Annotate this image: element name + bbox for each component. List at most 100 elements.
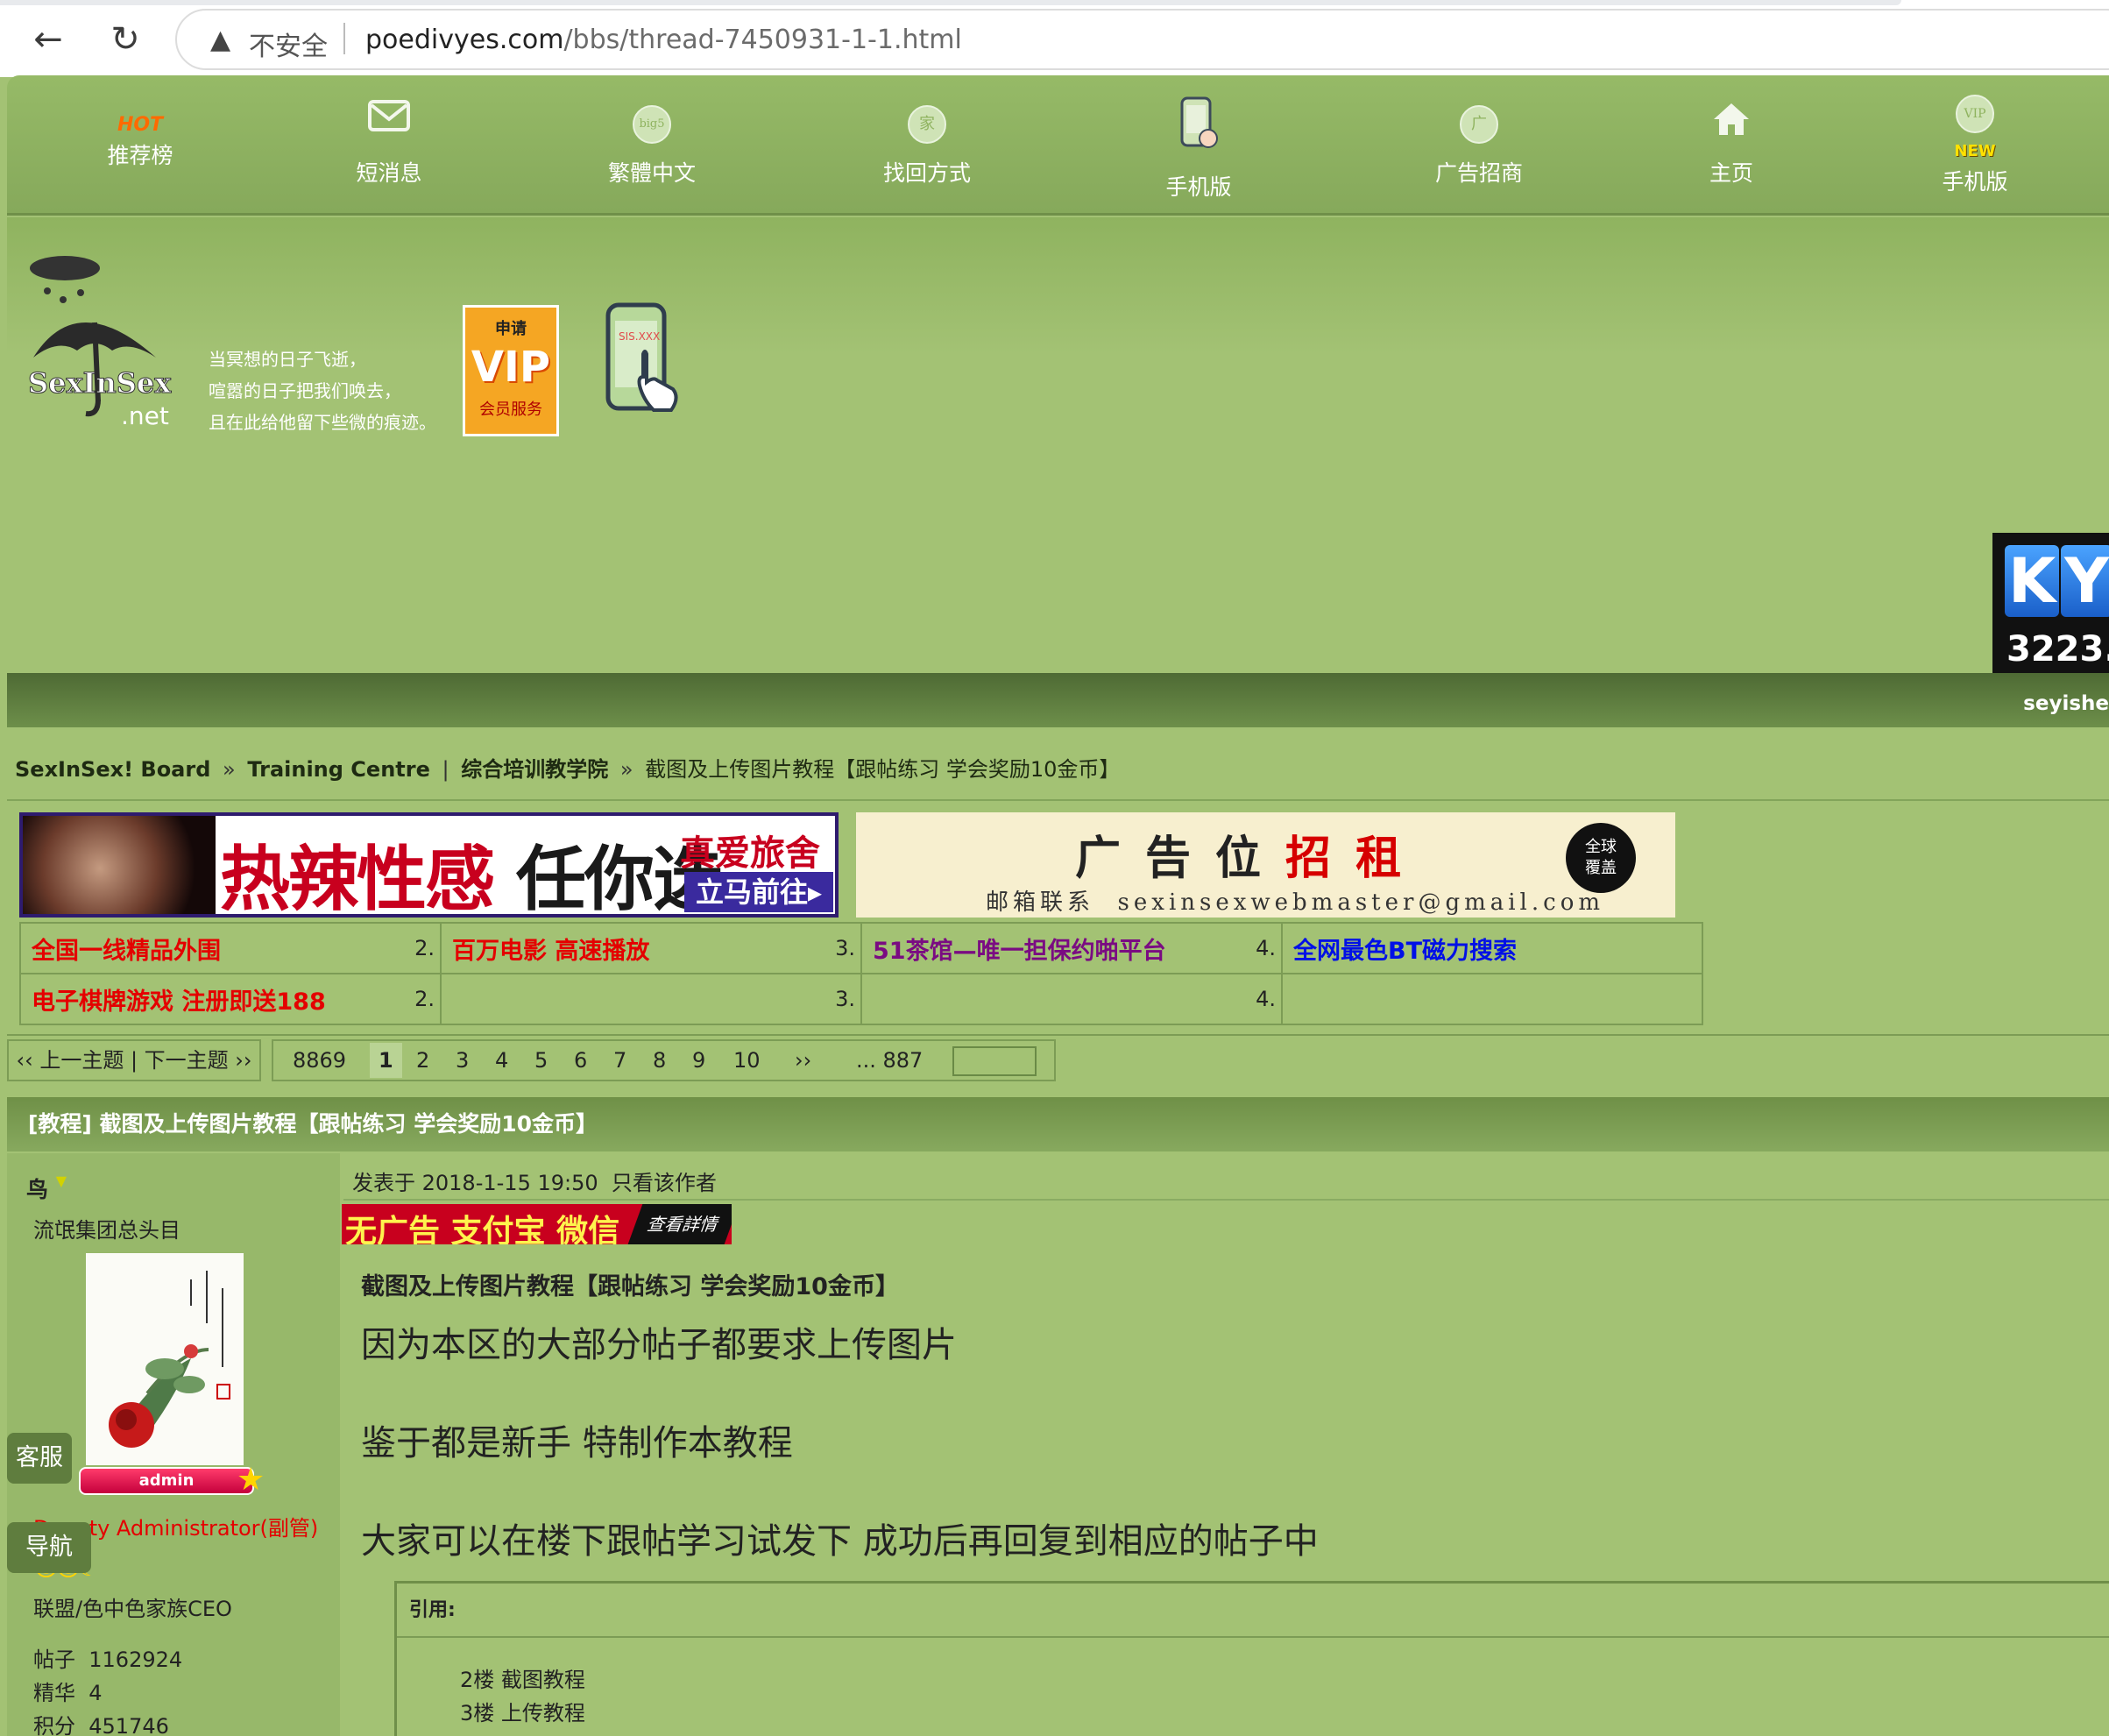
ad-banner-rent[interactable]: 广告位招租 邮箱联系 sexinsexwebmaster@gmail.com 全… (856, 812, 1675, 918)
author-stat: 积分 451746 (33, 1709, 169, 1736)
nav-mobile-vip[interactable]: VIP NEW 手机版 (1896, 75, 2054, 216)
username-link[interactable]: seyishe (2023, 692, 2109, 715)
ad-go-button[interactable]: 立马前往▸ (684, 872, 833, 912)
tagline-line: 当冥想的日子飞逝， (209, 349, 366, 370)
breadcrumb-separator: » (619, 757, 633, 782)
site-logo[interactable]: SexInSex .net (25, 252, 191, 430)
pagination-page[interactable]: 6 (574, 1041, 587, 1080)
author-stat: 帖子 1162924 (33, 1642, 182, 1673)
address-bar[interactable]: ▲ 不安全 poedivyes.com/bbs/thread-7450931-1… (175, 9, 2109, 70)
vip-apply-badge[interactable]: 申请 VIP 会员服务 (463, 305, 559, 436)
quote-line: 2楼 截图教程 (460, 1668, 585, 1692)
pagination-current: 1 (370, 1043, 402, 1078)
prev-next-thread[interactable]: ‹‹ 上一主题 | 下一主题 ›› (7, 1039, 261, 1081)
post-paragraph: 鉴于都是新手 特制作本教程 (361, 1423, 793, 1463)
pagination-page[interactable]: 8 (653, 1041, 666, 1080)
ad-link-cell[interactable]: 全网最色BT磁力搜索 (1281, 922, 1703, 974)
ad-banner-hostel[interactable]: 热辣性感 任你选 真爱旅舍 立马前往▸ (19, 812, 839, 918)
ad-link[interactable]: 电子棋牌游戏 注册即送188 (32, 988, 326, 1016)
vip-apply-label: 申请 (495, 320, 527, 338)
nav-label: 手机版 (1165, 174, 1232, 200)
ad-link-cell[interactable]: 百万电影 高速播放 3. (440, 922, 862, 974)
pagination-page[interactable]: 3 (456, 1041, 469, 1080)
ad-link[interactable]: 全国一线精品外围 (32, 938, 221, 965)
back-arrow-icon[interactable]: ← (26, 18, 70, 61)
nav-advertising[interactable]: 广 广告招商 (1400, 75, 1558, 216)
ad-rent-char: 告 (1145, 832, 1216, 885)
envelope-icon (368, 100, 410, 139)
pagination-page[interactable]: 10 (733, 1041, 761, 1080)
nav-traditional-chinese[interactable]: big5 繁體中文 (573, 75, 731, 216)
nav-label: 短消息 (356, 160, 422, 186)
nav-home[interactable]: 主页 (1653, 75, 1810, 216)
ad-link-number: 2. (414, 936, 435, 960)
ad-link-cell[interactable]: 3. (440, 973, 862, 1025)
pagination-page[interactable]: 5 (534, 1041, 548, 1080)
ky-ad-banner[interactable]: KY 3223.I (1992, 533, 2109, 673)
nav-recovery[interactable]: 家 找回方式 (848, 75, 1006, 216)
logo-text: SexInSex (28, 366, 172, 400)
browser-toolbar: ← ↻ ▲ 不安全 poedivyes.com/bbs/thread-74509… (0, 0, 2109, 77)
pagination-page[interactable]: 2 (416, 1041, 429, 1080)
url-text[interactable]: poedivyes.com/bbs/thread-7450931-1-1.htm… (365, 25, 962, 55)
nav-label: 广告招商 (1434, 160, 1523, 186)
user-bar: seyishe (7, 673, 2109, 727)
breadcrumb-board[interactable]: SexInSex! Board (15, 757, 210, 782)
navigation-button[interactable]: 导航 (7, 1522, 91, 1573)
dropdown-triangle-icon[interactable]: ▼ (56, 1173, 67, 1189)
customer-service-button[interactable]: 客服 (7, 1433, 72, 1484)
ad-rent-contact: 邮箱联系 sexinsexwebmaster@gmail.com (986, 884, 1604, 917)
payment-ad-text: 无广告 支付宝 微信 (345, 1214, 620, 1244)
ad-headline-main: 热辣性感 (220, 839, 495, 918)
breadcrumb-forum-en[interactable]: Training Centre (247, 757, 430, 782)
warning-triangle-icon[interactable]: ▲ (210, 25, 230, 55)
insecure-label[interactable]: 不安全 (249, 25, 328, 63)
page-jump-input[interactable] (952, 1046, 1037, 1076)
thread-title: [教程] 截图及上传图片教程【跟帖练习 学会奖励10金币】 (7, 1097, 2109, 1151)
site-header: SexInSex .net 当冥想的日子飞逝， 喧嚣的日子把我们唤去， 且在此给… (7, 217, 2109, 673)
author-only-link[interactable]: 只看该作者 (612, 1171, 717, 1195)
mobile-phone-icon[interactable]: SIS.XXX (603, 301, 682, 415)
ky-letter: K (2005, 545, 2060, 617)
nav-mobile[interactable]: 手机版 (1120, 75, 1277, 216)
ad-link-cell[interactable]: 4. (860, 973, 1283, 1025)
ad-link[interactable]: 百万电影 高速播放 (452, 938, 649, 965)
ky-logo: KY (2005, 545, 2109, 617)
ad-rent-char: 位 (1215, 832, 1286, 885)
ad-link[interactable]: 51茶馆—唯一担保约啪平台 (873, 938, 1166, 965)
author-name-text[interactable]: 鸟 (26, 1177, 48, 1202)
author-stat: 精华 4 (33, 1676, 103, 1706)
home-circle-icon: 家 (908, 105, 946, 144)
vip-service-label: 会员服务 (479, 400, 542, 419)
ad-link-cell[interactable]: 全国一线精品外围 2. (19, 922, 442, 974)
url-path: /bbs/thread-7450931-1-1.html (563, 25, 962, 55)
nav-ranking[interactable]: HOT 推荐榜 (61, 75, 219, 216)
breadcrumb-forum-cn[interactable]: 综合培训教学院 (461, 757, 608, 782)
big5-icon: big5 (633, 105, 671, 144)
new-badge: NEW (1954, 142, 1996, 160)
pagination: 8869 1 2 3 4 5 6 7 8 9 10 ›› ... 887 (272, 1039, 1056, 1081)
nav-label: 找回方式 (882, 160, 971, 186)
pagination-page[interactable]: 9 (692, 1041, 705, 1080)
pagination-next[interactable]: ›› (795, 1041, 811, 1080)
post-paragraph: 大家可以在楼下跟帖学习试发下 成功后再回复到相应的帖子中 (361, 1521, 1319, 1562)
stat-value: 4 (88, 1681, 103, 1705)
payment-ad-detail: 查看詳情 (627, 1204, 732, 1244)
url-host: poedivyes.com (365, 25, 564, 55)
payment-ad-banner[interactable]: 无广告 支付宝 微信 查看詳情 (342, 1204, 732, 1244)
ad-link-cell[interactable] (1281, 973, 1703, 1025)
avatar[interactable] (86, 1253, 244, 1465)
nav-messages[interactable]: 短消息 (310, 75, 468, 216)
ad-rent-headline: 广告位招租 (1075, 821, 1426, 887)
pagination-page[interactable]: 7 (613, 1041, 626, 1080)
vip-label: VIP (471, 343, 551, 392)
ad-link-cell[interactable]: 电子棋牌游戏 注册即送188 2. (19, 973, 442, 1025)
star-icon: ★ (237, 1462, 265, 1498)
reload-icon[interactable]: ↻ (103, 18, 147, 61)
ad-link[interactable]: 全网最色BT磁力搜索 (1293, 938, 1517, 965)
pagination-page[interactable]: 4 (495, 1041, 508, 1080)
pagination-last[interactable]: ... 887 (856, 1041, 923, 1080)
ad-link-cell[interactable]: 51茶馆—唯一担保约啪平台 4. (860, 922, 1283, 974)
tab-strip-edge (0, 0, 1901, 5)
author-name[interactable]: 鸟 ▼ (26, 1173, 67, 1204)
